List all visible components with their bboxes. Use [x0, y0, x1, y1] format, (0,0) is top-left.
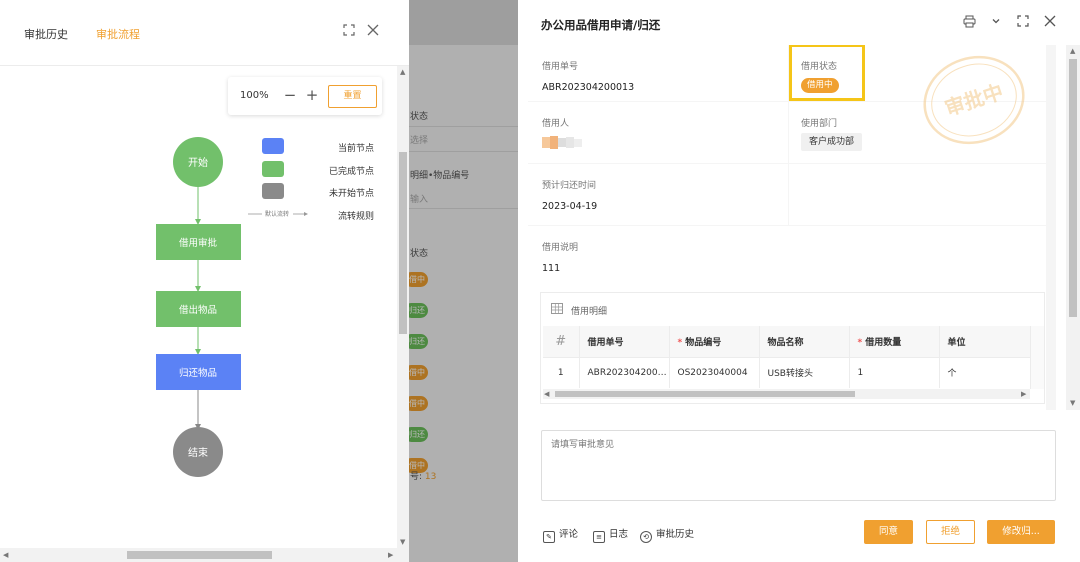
table-cell: 1 [849, 357, 940, 388]
blurred-name [542, 136, 582, 149]
table-icon [551, 303, 563, 314]
scrollbar-thumb[interactable] [555, 391, 855, 397]
tab-approval-history[interactable]: 审批历史 [24, 26, 68, 42]
field-label: 借用说明 [542, 243, 579, 253]
required-mark: * [857, 337, 863, 348]
log-icon: ≡ [593, 531, 605, 543]
legend-label-not-started: 未开始节点 [328, 189, 374, 199]
borrow-detail-section: 借用明细 # 借用单号 * 物品编号 物品名称 * 借用数量 单位 1 ABR2… [540, 292, 1045, 404]
table-cell: 1 [543, 357, 580, 388]
scroll-left-icon[interactable]: ◀ [3, 551, 8, 559]
stamp-text: 审批中 [942, 79, 1006, 120]
reject-button[interactable]: 拒绝 [926, 520, 975, 544]
table-header-row: # 借用单号 * 物品编号 物品名称 * 借用数量 单位 [543, 326, 1031, 358]
form-detail-drawer: 办公用品借用申请/归还 借用单号 ABR202304200013 借用状态 借用… [518, 0, 1080, 562]
flow-diagram: 开始 借用审批 借出物品 归还物品 结束 默认流转 [156, 137, 308, 477]
tab-approval-flow[interactable]: 审批流程 [96, 26, 140, 42]
approval-stamp: 审批中 [923, 55, 1025, 145]
flow-node-label: 开始 [188, 156, 208, 169]
legend-label-flow-rule: 流转规则 [337, 212, 374, 222]
flow-node-label: 结束 [188, 446, 208, 459]
scrollbar-thumb[interactable] [1069, 59, 1077, 317]
detail-table: # 借用单号 * 物品编号 物品名称 * 借用数量 单位 1 ABR20230420… [543, 326, 1031, 388]
field-label: 使用部门 [801, 119, 838, 129]
field-label: 借用人 [542, 119, 570, 129]
field-value: ABR202304200013 [542, 82, 635, 93]
comment-link[interactable]: ✎ 评论 [543, 526, 578, 543]
log-link[interactable]: ≡ 日志 [593, 526, 628, 543]
flow-node-label: 归还物品 [179, 367, 217, 379]
scroll-right-icon[interactable]: ▶ [388, 551, 393, 559]
column-header-borrow-no: 借用单号 [579, 326, 670, 358]
column-header-unit: 单位 [939, 326, 1031, 358]
field-borrower: 借用人 [528, 102, 788, 163]
legend-label-completed: 已完成节点 [328, 167, 374, 177]
field-label: 预计归还时间 [542, 181, 597, 191]
field-borrow-no: 借用单号 ABR202304200013 [528, 45, 788, 101]
flow-node-label: 借用审批 [179, 237, 218, 249]
legend-flow-line-text: 默认流转 [265, 210, 289, 218]
field-value: 111 [542, 263, 561, 274]
field-return-date: 预计归还时间 2023-04-19 [528, 164, 788, 225]
table-row[interactable]: 1 ABR2023042000... OS2023040004 USB转接头 1… [543, 357, 1031, 388]
horizontal-scrollbar[interactable]: ◀ ▶ [0, 548, 409, 562]
legend-label-current: 当前节点 [337, 144, 374, 154]
required-mark: * [677, 337, 683, 348]
table-cell: 个 [939, 357, 1031, 388]
empty-cell [789, 164, 1046, 225]
close-icon[interactable] [1042, 15, 1058, 31]
table-cell: ABR2023042000... [579, 357, 670, 388]
flow-node-label: 借出物品 [179, 304, 217, 316]
expand-icon[interactable] [341, 24, 357, 40]
form-body: 借用单号 ABR202304200013 借用状态 借用中 借用人 使用部门 客… [528, 45, 1056, 410]
table-horizontal-scrollbar[interactable]: ◀ ▶ [543, 389, 1030, 399]
scroll-down-icon[interactable]: ▼ [1070, 399, 1075, 407]
comment-icon: ✎ [543, 531, 555, 543]
scroll-up-icon[interactable]: ▲ [1070, 47, 1075, 55]
expand-icon[interactable] [1015, 15, 1031, 31]
column-header-index: # [543, 326, 580, 358]
approval-history-link[interactable]: ⟲ 审批历史 [640, 526, 694, 543]
column-header-quantity: * 借用数量 [849, 326, 940, 358]
vertical-scrollbar[interactable]: ▲ ▼ [1066, 45, 1080, 410]
scroll-right-icon[interactable]: ▶ [1021, 390, 1026, 398]
history-icon: ⟲ [640, 531, 652, 543]
legend-arrow [304, 212, 308, 216]
table-cell: USB转接头 [759, 357, 850, 388]
column-header-item-name: 物品名称 [759, 326, 850, 358]
approval-flow-drawer: 审批历史 审批流程 100% − + 重置 开始 借用审批 借出物品 归还物品 … [0, 0, 409, 562]
highlight-box [789, 45, 865, 101]
scrollbar-thumb[interactable] [127, 551, 272, 559]
legend-swatch-not-started [262, 183, 284, 199]
page-title: 办公用品借用申请/归还 [541, 18, 661, 32]
drawer-header: 审批历史 审批流程 [0, 0, 409, 66]
close-icon[interactable] [365, 24, 381, 40]
scroll-up-icon[interactable]: ▲ [400, 68, 405, 76]
field-label: 借用单号 [542, 62, 579, 72]
modify-return-button[interactable]: 修改归... [987, 520, 1055, 544]
scrollbar-thumb[interactable] [399, 152, 407, 334]
column-header-item-no: * 物品编号 [669, 326, 760, 358]
chevron-down-icon[interactable] [988, 15, 1004, 31]
agree-button[interactable]: 同意 [864, 520, 913, 544]
scroll-down-icon[interactable]: ▼ [400, 538, 405, 546]
table-cell: OS2023040004 [669, 357, 760, 388]
legend-swatch-completed [262, 161, 284, 177]
vertical-scrollbar[interactable]: ▲ ▼ [397, 66, 409, 550]
section-title: 借用明细 [571, 307, 608, 317]
field-value: 2023-04-19 [542, 201, 598, 212]
legend-swatch-current [262, 138, 284, 154]
approval-comment-input[interactable] [541, 430, 1056, 501]
department-tag: 客户成功部 [801, 133, 863, 151]
scroll-left-icon[interactable]: ◀ [544, 390, 549, 398]
print-icon[interactable] [961, 15, 977, 31]
table-vertical-scrollbar[interactable] [1030, 326, 1044, 389]
